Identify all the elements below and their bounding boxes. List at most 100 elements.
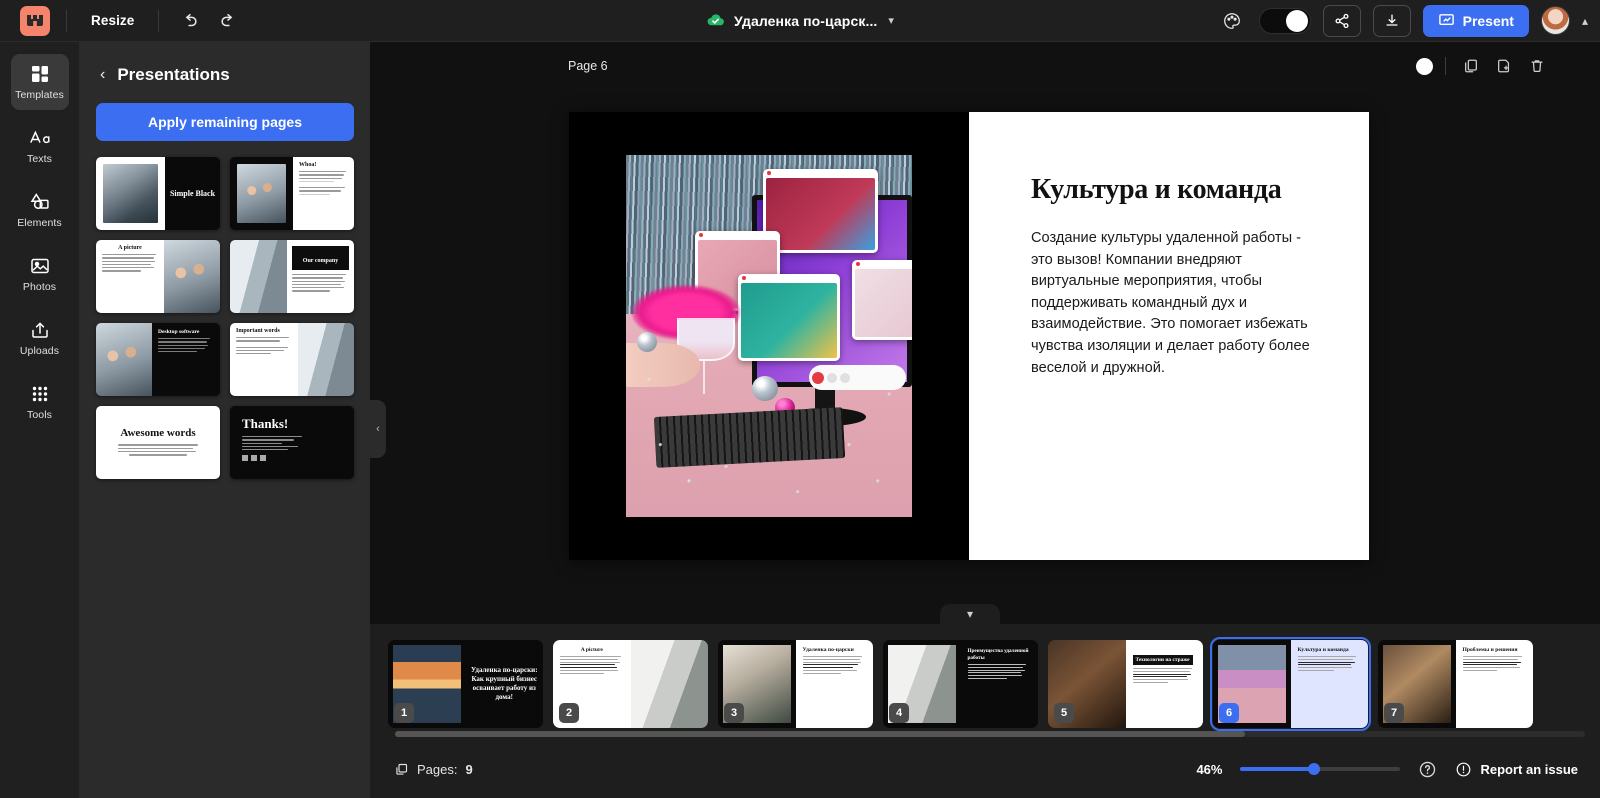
panel-header[interactable]: ‹ Presentations	[100, 65, 354, 85]
sidebar-item-label: Templates	[15, 89, 64, 101]
duplicate-page-icon[interactable]	[1458, 53, 1484, 79]
slide-heading[interactable]: Культура и команда	[1031, 174, 1313, 206]
share-icon[interactable]	[1322, 4, 1361, 37]
slide-thumb-title: Удаленка по-царски	[802, 647, 854, 653]
sidebar-item-elements[interactable]: Elements	[11, 182, 69, 238]
document-title: Удаленка по-царск...	[734, 12, 878, 29]
chevron-up-icon[interactable]: ▴	[1582, 14, 1588, 28]
undo-icon[interactable]	[175, 6, 205, 36]
sidebar-item-label: Photos	[22, 281, 57, 293]
sidebar-item-templates[interactable]: Templates	[10, 54, 69, 110]
filmstrip-slide[interactable]: Удаленка по-царски: Как крупный бизнес о…	[388, 640, 543, 728]
slide-number: 3	[724, 703, 744, 723]
report-issue-button[interactable]: Report an issue	[1455, 761, 1578, 778]
template-card[interactable]: Our company	[230, 240, 354, 313]
slide-number: 6	[1219, 703, 1239, 723]
template-card[interactable]: Whoa!	[230, 157, 354, 230]
dots-grid-icon	[32, 386, 47, 402]
zoom-slider-fill	[1240, 767, 1315, 771]
filmstrip-slide[interactable]: A picture 2	[553, 640, 708, 728]
template-card[interactable]: Simple Black	[96, 157, 220, 230]
filmstrip-slide[interactable]: Удаленка по-царски 3	[718, 640, 873, 728]
filmstrip-scrollbar[interactable]	[395, 731, 1585, 737]
text-aa-icon	[29, 130, 50, 144]
image-icon	[30, 258, 49, 274]
template-card[interactable]: Thanks!	[230, 406, 354, 479]
template-title: Whoa!	[299, 162, 317, 168]
slide-image-panel	[569, 112, 969, 560]
redo-icon[interactable]	[213, 6, 243, 36]
template-body-lines	[118, 444, 198, 457]
top-toolbar: Resize Удаленка по-царск... ▾ Present ▴	[0, 0, 1600, 42]
divider	[66, 9, 67, 32]
template-body-lines	[242, 436, 342, 451]
present-button[interactable]: Present	[1422, 4, 1529, 37]
canvas-tool-buttons	[1416, 53, 1550, 79]
shapes-icon	[30, 193, 49, 210]
slide-photo	[626, 155, 912, 517]
template-card[interactable]: A picture	[96, 240, 220, 313]
slide-number: 4	[889, 703, 909, 723]
sidebar-item-texts[interactable]: Texts	[11, 118, 69, 174]
filmstrip-slide[interactable]: Проблемы и решения 7	[1378, 640, 1533, 728]
slide-text-panel: Культура и команда Создание культуры уда…	[969, 112, 1369, 560]
template-body-lines	[292, 274, 349, 292]
template-body-lines	[236, 337, 292, 355]
filmstrip-slide[interactable]: Культура и команда 6	[1210, 637, 1371, 731]
template-title: Awesome words	[120, 427, 196, 440]
slide-color-dot[interactable]	[1416, 57, 1433, 75]
crown-logo-icon[interactable]	[20, 5, 50, 36]
slide-number: 7	[1384, 703, 1404, 723]
pages-copy-icon	[396, 763, 408, 775]
palette-icon[interactable]	[1217, 6, 1247, 36]
sidebar-item-uploads[interactable]: Uploads	[11, 310, 69, 366]
filmstrip-collapse-toggle[interactable]: ▾	[940, 604, 1000, 624]
add-page-icon[interactable]	[1491, 53, 1517, 79]
theme-toggle-knob	[1285, 9, 1308, 32]
zoom-slider-knob[interactable]	[1308, 763, 1321, 775]
slide-thumb-lines	[802, 656, 867, 674]
chevron-down-icon[interactable]: ▾	[888, 14, 894, 27]
scrollbar-thumb[interactable]	[395, 731, 1245, 737]
avatar[interactable]	[1540, 6, 1570, 35]
download-icon[interactable]	[1372, 4, 1411, 37]
template-grid: Simple Black Whoa! A picture Our company…	[96, 157, 354, 479]
filmstrip-slide[interactable]: Преимущества удаленной работы 4	[883, 640, 1038, 728]
resize-button[interactable]: Resize	[83, 8, 142, 33]
slide-number: 1	[394, 703, 414, 723]
sidebar-item-tools[interactable]: Tools	[11, 374, 69, 430]
slide-thumb-lines	[1132, 668, 1197, 683]
trash-icon[interactable]	[1524, 53, 1550, 79]
panel-collapse-toggle[interactable]: ‹	[370, 400, 386, 458]
theme-toggle[interactable]	[1258, 7, 1311, 34]
top-right-controls: Present ▴	[1217, 4, 1588, 37]
zoom-slider[interactable]	[1240, 763, 1401, 775]
bottom-right-controls: 46% Report an issue	[1196, 760, 1578, 779]
slide-thumb-title: A picture	[580, 647, 603, 653]
document-title-area[interactable]: Удаленка по-царск... ▾	[706, 11, 894, 30]
slide-body-text[interactable]: Создание культуры удаленной работы - это…	[1031, 228, 1313, 379]
template-card[interactable]: Desktop software	[96, 323, 220, 396]
apply-remaining-pages-button[interactable]: Apply remaining pages	[96, 103, 354, 141]
slide-thumb-photo	[630, 640, 708, 728]
chevron-left-icon[interactable]: ‹	[100, 67, 105, 83]
slide-number: 5	[1054, 703, 1074, 723]
sidebar-item-label: Elements	[17, 217, 62, 229]
bottom-bar: Pages: 9 46% Report an issue	[370, 740, 1600, 798]
page-title: Presentations	[117, 65, 230, 84]
template-body-lines	[299, 171, 348, 196]
template-card[interactable]: Important words	[230, 323, 354, 396]
sidebar-item-label: Texts	[26, 153, 52, 165]
divider	[1445, 57, 1446, 75]
presentation-icon	[1438, 14, 1454, 25]
sidebar-item-photos[interactable]: Photos	[11, 246, 69, 302]
divider	[158, 9, 160, 32]
template-card[interactable]: Awesome words	[96, 406, 220, 479]
slide-number: 2	[559, 703, 579, 723]
chevron-left-icon: ‹	[376, 423, 380, 435]
slide-canvas[interactable]: Культура и команда Создание культуры уда…	[569, 112, 1369, 560]
filmstrip-slide[interactable]: Технологии на страже 5	[1048, 640, 1203, 728]
template-title: Our company	[302, 258, 339, 264]
question-circle-icon[interactable]	[1418, 760, 1437, 779]
upload-icon	[31, 322, 48, 338]
